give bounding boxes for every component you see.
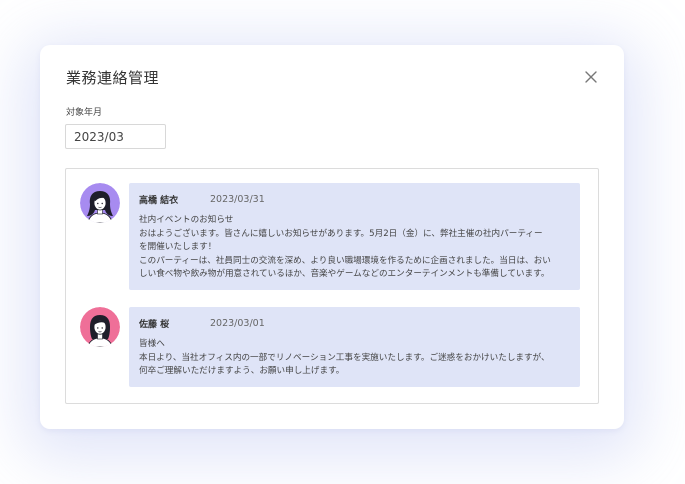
- close-icon[interactable]: [583, 69, 599, 85]
- message-line: 本日より、当社オフィス内の一部でリノベーション工事を実施いたします。ご迷惑をおか…: [139, 352, 550, 363]
- business-contact-dialog: 業務連絡管理 対象年月 2023/03 高橋 結衣 2023/03/31 社内イ…: [40, 45, 624, 429]
- message-list: 高橋 結衣 2023/03/31 社内イベントのお知らせ おはようございます。皆…: [65, 168, 599, 404]
- woman-avatar-pink-icon: [80, 307, 120, 347]
- message-date: 2023/03/31: [210, 193, 265, 205]
- message-bubble: 佐藤 桜 2023/03/01 皆様へ 本日より、当社オフィス内の一部でリノベー…: [129, 307, 580, 387]
- dialog-title: 業務連絡管理: [66, 69, 160, 87]
- message-line: 社内イベントのお知らせ: [139, 215, 234, 225]
- target-month-input[interactable]: [65, 124, 166, 149]
- message-line: しい食べ物や飲み物が用意されているほか、音楽やゲームなどのエンターテインメントも…: [139, 269, 550, 280]
- message-line: このパーティーは、社員同士の交流を深め、より良い職場環境を作るために企画されまし…: [139, 255, 551, 266]
- target-month-label: 対象年月: [66, 108, 103, 118]
- message-line: おはようございます。皆さんに嬉しいお知らせがあります。5月2日（金）に、弊社主催…: [139, 228, 543, 239]
- message-line: 何卒ご理解いただけますよう、お願い申し上げます。: [139, 366, 345, 377]
- woman-avatar-purple-icon: [80, 183, 120, 223]
- message-line: 皆様へ: [139, 339, 165, 349]
- message-author: 佐藤 桜: [139, 319, 170, 330]
- message-author: 高橋 結衣: [139, 195, 179, 206]
- message-date: 2023/03/01: [210, 317, 265, 329]
- message-line: を開催いたします！: [139, 242, 217, 253]
- message-bubble: 高橋 結衣 2023/03/31 社内イベントのお知らせ おはようございます。皆…: [129, 183, 580, 290]
